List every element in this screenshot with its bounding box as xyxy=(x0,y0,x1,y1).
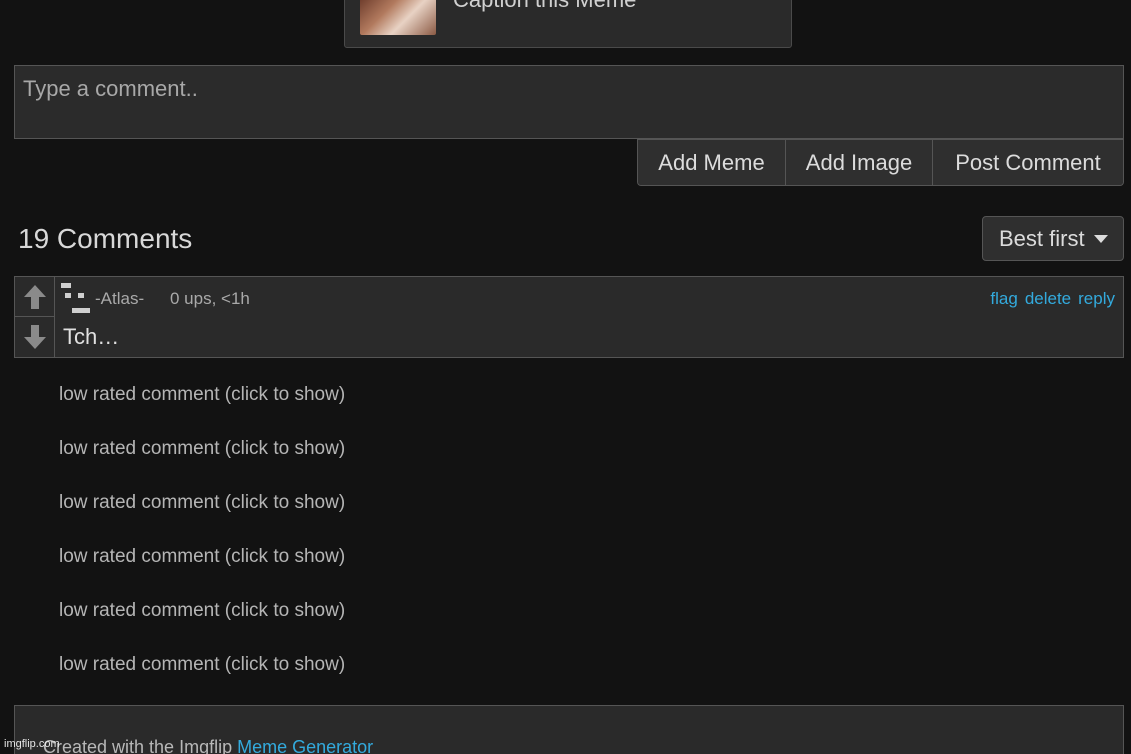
comment-meta: 0 ups, <1h xyxy=(170,289,250,308)
comment-username[interactable]: -Atlas- xyxy=(95,289,144,309)
comments-count: 19 Comments xyxy=(18,223,193,254)
imgflip-watermark: imgflip.com xyxy=(4,738,60,750)
low-rated-comment[interactable]: low rated comment (click to show) xyxy=(59,492,345,514)
comment-item: -Atlas- 0 ups, <1h flag delete reply Tch… xyxy=(14,276,1124,358)
flag-link[interactable]: flag xyxy=(990,289,1017,309)
low-rated-comment[interactable]: low rated comment (click to show) xyxy=(59,600,345,622)
reply-link[interactable]: reply xyxy=(1078,289,1115,309)
comment-action-links: flag delete reply xyxy=(990,289,1115,309)
comment-text: Tch… xyxy=(63,324,120,349)
delete-link[interactable]: delete xyxy=(1025,289,1071,309)
low-rated-comment[interactable]: low rated comment (click to show) xyxy=(59,384,345,406)
meme-generator-link[interactable]: Meme Generator xyxy=(237,737,373,754)
footer-credit: Created with the Imgflip Meme Generator xyxy=(43,737,373,754)
add-meme-button[interactable]: Add Meme xyxy=(638,140,786,185)
vote-column xyxy=(15,277,55,357)
caption-meme-label[interactable]: Caption this Meme xyxy=(453,0,636,13)
upvote-button[interactable] xyxy=(15,277,54,317)
low-rated-comment[interactable]: low rated comment (click to show) xyxy=(59,438,345,460)
footer-credit-text: Created with the Imgflip xyxy=(43,737,238,754)
downvote-button[interactable] xyxy=(15,317,54,357)
caret-down-icon xyxy=(1093,234,1108,243)
comment-actions: Add Meme Add Image Post Comment xyxy=(637,139,1124,186)
comment-input[interactable] xyxy=(14,65,1124,139)
caption-meme-card[interactable]: Caption this Meme xyxy=(344,0,792,48)
meme-thumbnail[interactable] xyxy=(360,0,436,35)
low-rated-comment[interactable]: low rated comment (click to show) xyxy=(59,546,345,568)
sort-dropdown[interactable]: Best first xyxy=(982,216,1124,261)
add-image-button[interactable]: Add Image xyxy=(786,140,933,185)
post-comment-button[interactable]: Post Comment xyxy=(933,140,1123,185)
sort-label: Best first xyxy=(999,225,1085,251)
avatar[interactable] xyxy=(61,283,93,313)
low-rated-comment[interactable]: low rated comment (click to show) xyxy=(59,654,345,676)
comments-page: Caption this Meme Add Meme Add Image Pos… xyxy=(0,0,1131,754)
arrow-up-icon xyxy=(23,284,46,309)
arrow-down-icon xyxy=(23,325,46,349)
